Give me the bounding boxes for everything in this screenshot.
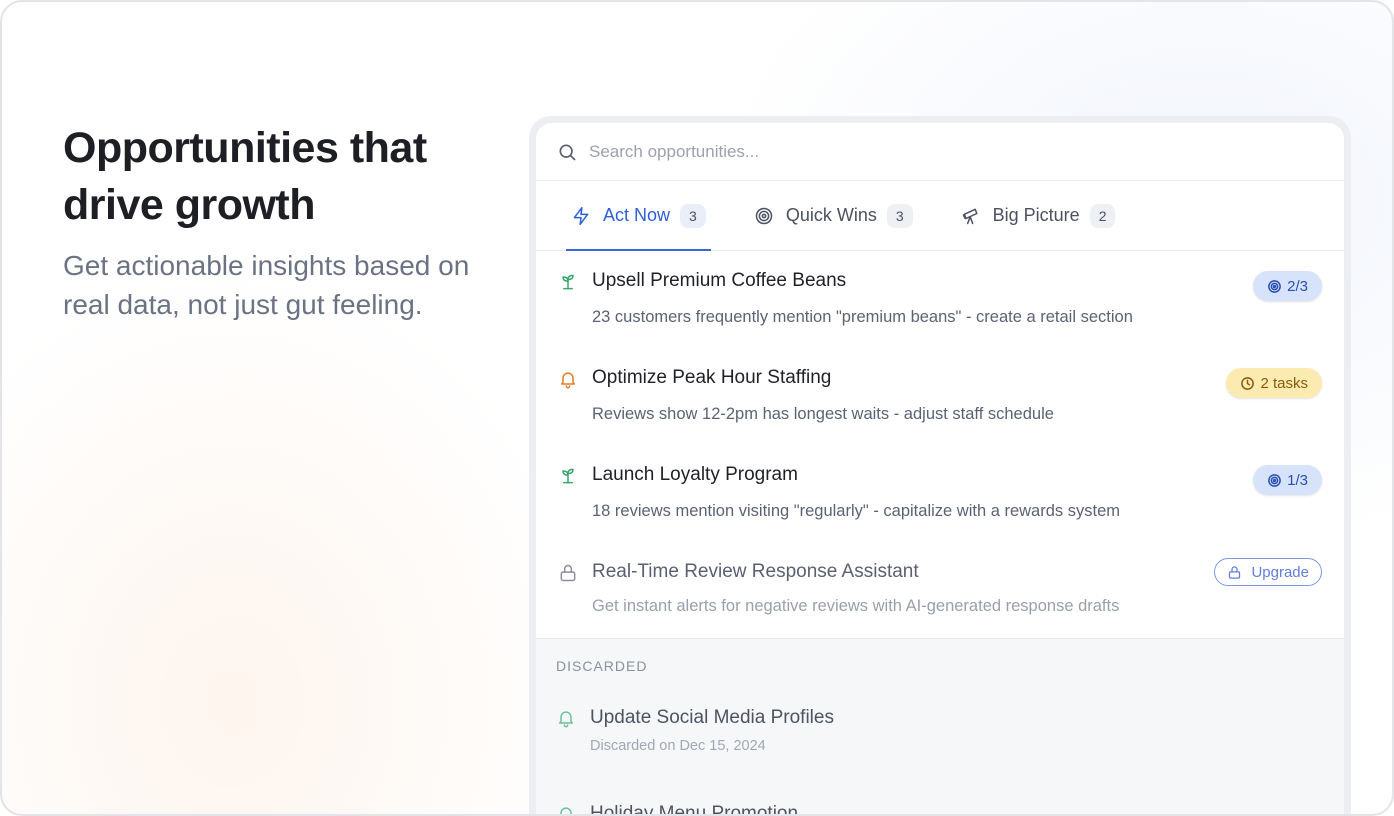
tab-bar: Act Now 3 Quick Wins 3 Big Picture 2 xyxy=(536,181,1344,251)
sprout-icon xyxy=(562,274,574,290)
discarded-section: DISCARDED Update Social Media Profiles D… xyxy=(536,638,1344,816)
opportunity-title: Upsell Premium Coffee Beans xyxy=(592,270,847,291)
badge-label: Upgrade xyxy=(1251,563,1309,581)
opportunity-title: Real-Time Review Response Assistant xyxy=(592,561,919,582)
locked-opportunity-item[interactable]: Real-Time Review Response Assistant Get … xyxy=(536,548,1344,645)
sprout-icon xyxy=(562,468,574,484)
opportunities-panel-frame: Act Now 3 Quick Wins 3 Big Picture 2 xyxy=(529,116,1351,816)
discarded-item-title: Holiday Menu Promotion xyxy=(590,803,799,816)
opportunity-description: 18 reviews mention visiting "regularly" … xyxy=(592,502,1120,520)
target-icon xyxy=(1268,279,1282,293)
search-icon xyxy=(559,144,576,160)
progress-badge[interactable]: 2/3 xyxy=(1253,271,1322,301)
tab-act-now[interactable]: Act Now 3 xyxy=(566,181,711,251)
opportunities-panel: Act Now 3 Quick Wins 3 Big Picture 2 xyxy=(536,123,1344,816)
tab-count: 3 xyxy=(886,203,913,228)
clock-icon xyxy=(1241,376,1255,390)
search-input[interactable] xyxy=(589,141,989,162)
badge-label: 2/3 xyxy=(1287,277,1308,295)
opportunity-title: Launch Loyalty Program xyxy=(592,464,798,485)
opportunity-list: Upsell Premium Coffee Beans 23 customers… xyxy=(536,251,1344,645)
tab-count: 2 xyxy=(1089,203,1116,228)
target-icon xyxy=(755,207,773,224)
opportunity-item[interactable]: Launch Loyalty Program 18 reviews mentio… xyxy=(536,451,1344,548)
progress-badge[interactable]: 1/3 xyxy=(1253,465,1322,495)
opportunity-item[interactable]: Optimize Peak Hour Staffing Reviews show… xyxy=(536,354,1344,451)
discarded-date: Discarded on Dec 15, 2024 xyxy=(590,738,766,754)
tab-big-picture[interactable]: Big Picture 2 xyxy=(956,181,1121,250)
tab-label: Big Picture xyxy=(992,205,1080,225)
tab-count: 3 xyxy=(680,203,706,228)
hero: Opportunities that drive growth Get acti… xyxy=(63,120,513,324)
bell-icon xyxy=(561,372,575,389)
hero-subtitle: Get actionable insights based on real da… xyxy=(63,250,470,320)
telescope-icon xyxy=(962,208,978,224)
lightning-icon xyxy=(573,206,589,225)
discarded-item[interactable]: Holiday Menu Promotion xyxy=(536,802,1344,816)
discarded-label: DISCARDED xyxy=(556,658,648,674)
tab-label: Act Now xyxy=(603,205,671,225)
upgrade-button[interactable]: Upgrade xyxy=(1214,558,1322,586)
target-icon xyxy=(1268,473,1282,487)
opportunity-description: Reviews show 12-2pm has longest waits - … xyxy=(592,405,1054,423)
search-bar xyxy=(536,123,1344,181)
tasks-badge[interactable]: 2 tasks xyxy=(1226,368,1322,398)
badge-label: 1/3 xyxy=(1287,471,1308,489)
discarded-item[interactable]: Update Social Media Profiles Discarded o… xyxy=(536,706,1344,754)
opportunity-description: 23 customers frequently mention "premium… xyxy=(592,308,1133,326)
page-frame: Opportunities that drive growth Get acti… xyxy=(0,0,1394,816)
opportunity-description: Get instant alerts for negative reviews … xyxy=(592,597,1120,615)
bell-icon xyxy=(560,807,572,814)
bell-icon xyxy=(559,711,573,728)
tab-quick-wins[interactable]: Quick Wins 3 xyxy=(749,181,918,250)
discarded-item-title: Update Social Media Profiles xyxy=(590,707,834,728)
tab-label: Quick Wins xyxy=(785,205,877,225)
opportunity-title: Optimize Peak Hour Staffing xyxy=(592,367,832,388)
lock-icon xyxy=(1229,565,1241,579)
opportunity-item[interactable]: Upsell Premium Coffee Beans 23 customers… xyxy=(536,257,1344,354)
hero-title: Opportunities that drive growth xyxy=(63,124,427,229)
badge-label: 2 tasks xyxy=(1260,374,1308,392)
lock-icon xyxy=(560,564,576,582)
